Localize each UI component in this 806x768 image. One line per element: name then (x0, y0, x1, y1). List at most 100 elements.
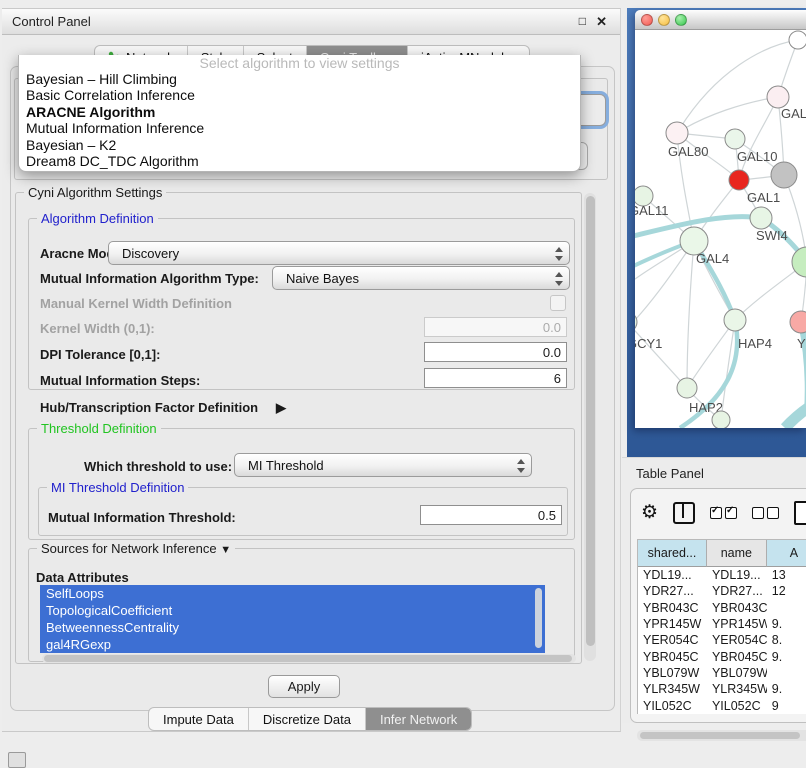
table-cell: YPR145W (638, 616, 707, 632)
node-unlabeled[interactable] (712, 411, 730, 428)
manual-kernel-checkbox[interactable] (550, 295, 566, 311)
table-body: YDL19...YDL19...13YDR27...YDR27...12YBR0… (638, 567, 806, 714)
select-all-icon[interactable] (710, 507, 737, 519)
which-threshold-combobox[interactable]: MI Threshold (234, 453, 532, 477)
table-cell: YBR043C (707, 600, 767, 616)
mi-steps-field[interactable]: 6 (424, 368, 567, 388)
attribute-item[interactable]: gal4RGexp (40, 636, 545, 653)
node-label: HAP4 (738, 336, 772, 351)
network-window-titlebar[interactable] (635, 10, 806, 30)
table-cell: YLR345W (638, 681, 707, 697)
control-panel-titlebar[interactable]: Control Panel □ ✕ (2, 9, 620, 35)
attribute-item[interactable]: SelfLoops (40, 585, 545, 602)
expanded-arrow-icon[interactable]: ▼ (220, 544, 231, 556)
mi-steps-label: Mutual Information Steps: (40, 373, 200, 388)
table-row[interactable]: YPR145WYPR145W9. (638, 616, 806, 632)
dropdown-item[interactable]: Mutual Information Inference (19, 120, 580, 136)
hub-definition-label[interactable]: Hub/Transcription Factor Definition (40, 400, 258, 415)
table-row[interactable]: YER054CYER054C8. (638, 632, 806, 648)
table-cell: YDR27... (707, 583, 767, 599)
network-view-window[interactable]: GALGAL80GAL10GAL1GAL11SWI4GAL4GCY1HAP4YH… (635, 10, 806, 428)
dpi-tolerance-field[interactable]: 0.0 (424, 342, 567, 362)
mi-threshold-title: MI Threshold Definition (47, 480, 188, 495)
dropdown-item[interactable]: Bayesian – K2 (19, 137, 580, 153)
table-row[interactable]: YDR27...YDR27...12 (638, 583, 806, 599)
dropdown-item[interactable]: Bayesian – Hill Climbing (19, 71, 580, 87)
node-label: GCY1 (635, 336, 662, 351)
table-cell: YBL079W (707, 665, 767, 681)
gear-icon[interactable]: ⚙ (641, 502, 658, 524)
mi-threshold-field[interactable]: 0.5 (420, 505, 562, 525)
aracne-mode-combobox[interactable]: Discovery (108, 241, 570, 265)
node-gal[interactable] (767, 86, 789, 108)
float-window-icon[interactable]: □ (579, 9, 586, 34)
apply-button[interactable]: Apply (268, 675, 340, 698)
close-icon[interactable]: ✕ (596, 9, 607, 34)
column-header[interactable]: shared... (638, 540, 707, 567)
dropdown-placeholder: Select algorithm to view settings (19, 55, 580, 71)
settings-scrollbar[interactable] (584, 193, 596, 661)
node-swi4[interactable] (750, 207, 772, 229)
table-row[interactable]: YBR045CYBR045C9. (638, 648, 806, 664)
table-row[interactable]: YDL19...YDL19...13 (638, 567, 806, 583)
table-cell: 13 (767, 567, 806, 583)
table-cell: YIL052C (707, 697, 767, 713)
mi-type-value: Naive Bayes (286, 271, 359, 286)
table-row[interactable]: YLR345WYLR345W9. (638, 681, 806, 697)
new-table-icon[interactable] (794, 501, 806, 525)
table-cell: 9. (767, 681, 806, 697)
node-unlabeled[interactable] (771, 162, 797, 188)
collapsed-arrow-icon[interactable]: ▶ (276, 400, 286, 416)
table-cell: YIL052C (638, 697, 707, 713)
table-header-row[interactable]: shared...nameA (638, 540, 806, 567)
attribute-item[interactable]: BetweennessCentrality (40, 619, 545, 636)
dropdown-item[interactable]: Basic Correlation Inference (19, 87, 580, 103)
zoom-traffic-icon[interactable] (675, 14, 687, 26)
node-gal1[interactable] (729, 170, 749, 190)
node-hap2[interactable] (677, 378, 697, 398)
node-unlabeled[interactable] (789, 31, 806, 49)
table-row[interactable]: YBL079WYBL079W (638, 665, 806, 681)
node-gcy1[interactable] (635, 312, 637, 332)
mi-type-label: Mutual Information Algorithm Type: (40, 271, 259, 286)
node-gal10[interactable] (725, 129, 745, 149)
table-cell: YBR045C (707, 648, 767, 664)
node-label: SWI4 (756, 228, 788, 243)
sources-title: Sources for Network Inference ▼ (37, 541, 235, 556)
minimized-window-icon[interactable] (8, 752, 26, 768)
tab-infer-network[interactable]: Infer Network (366, 708, 471, 730)
table-cell: YDL19... (638, 567, 707, 583)
close-traffic-icon[interactable] (641, 14, 653, 26)
mi-threshold-label: Mutual Information Threshold: (48, 510, 236, 525)
node-hap4[interactable] (724, 309, 746, 331)
table-cell: YER054C (638, 632, 707, 648)
node-label: Y (797, 336, 806, 351)
table-cell: 9. (767, 648, 806, 664)
kernel-width-field[interactable]: 0.0 (424, 317, 567, 337)
dropdown-item[interactable]: Dream8 DC_TDC Algorithm (19, 153, 580, 169)
column-layout-icon[interactable] (673, 502, 695, 524)
table-row[interactable]: YIL052CYIL052C9 (638, 697, 806, 713)
column-header[interactable]: name (707, 540, 767, 567)
node-gal80[interactable] (666, 122, 688, 144)
column-header[interactable]: A (767, 540, 806, 567)
minimize-traffic-icon[interactable] (658, 14, 670, 26)
node-y[interactable] (790, 311, 806, 333)
table-hscrollbar[interactable] (637, 730, 806, 741)
cyni-bottom-tabs: Impute Data Discretize Data Infer Networ… (148, 707, 472, 731)
table-row[interactable]: YBR043CYBR043C (638, 600, 806, 616)
table-panel: Table Panel ⚙ shared...nameA YDL19...YDL… (622, 457, 806, 723)
tab-impute-data[interactable]: Impute Data (149, 708, 249, 730)
attribute-item[interactable]: TopologicalCoefficient (40, 602, 545, 619)
panel-title: Control Panel (2, 14, 91, 29)
attributes-scrollbar[interactable] (534, 587, 543, 651)
dropdown-item[interactable]: ARACNE Algorithm (19, 104, 580, 120)
table-cell: 8. (767, 632, 806, 648)
network-canvas[interactable]: GALGAL80GAL10GAL1GAL11SWI4GAL4GCY1HAP4YH… (635, 30, 806, 428)
deselect-all-icon[interactable] (752, 507, 779, 519)
tab-discretize-data[interactable]: Discretize Data (249, 708, 366, 730)
node-label: GAL10 (737, 149, 777, 164)
mi-type-combobox[interactable]: Naive Bayes (272, 266, 570, 290)
table-cell: YBL079W (638, 665, 707, 681)
settings-hscrollbar[interactable] (42, 654, 576, 663)
